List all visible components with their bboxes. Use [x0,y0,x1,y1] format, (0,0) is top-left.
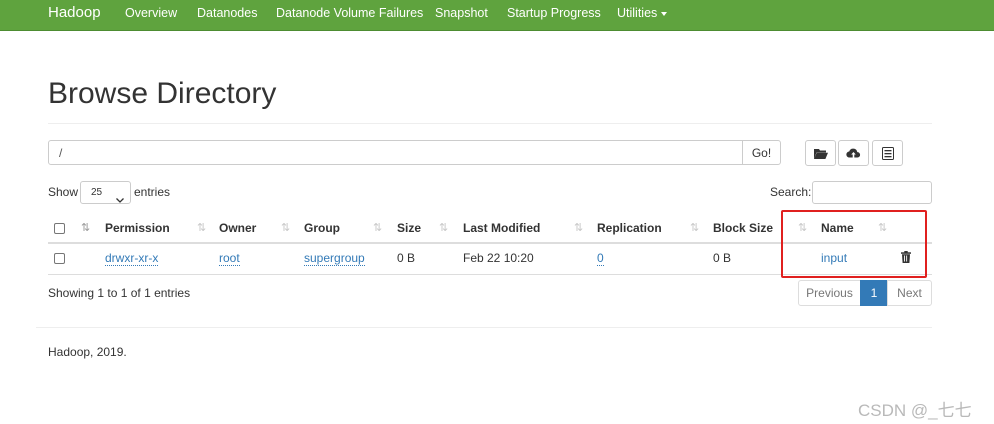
nav-overview[interactable]: Overview [125,6,177,20]
sort-icon[interactable]: ⇅ [281,221,290,234]
row-permission[interactable]: drwxr-xr-x [105,251,159,266]
list-alt-icon [881,146,894,160]
column-header-owner[interactable]: Owner [219,221,256,235]
nav-utilities-dropdown[interactable]: Utilities [617,6,668,20]
row-replication[interactable]: 0 [597,251,604,266]
title-divider [48,123,932,124]
row-size: 0 B [397,251,416,265]
sort-icon[interactable]: ⇅ [439,221,448,234]
nav-startup-progress[interactable]: Startup Progress [507,6,601,20]
go-button[interactable]: Go! [742,140,781,165]
entries-select-value: 25 [91,187,103,198]
top-navbar: Hadoop Overview Datanodes Datanode Volum… [0,0,994,31]
entries-per-page-select[interactable]: 25 [80,181,131,204]
select-all-checkbox[interactable] [54,223,65,234]
row-block-size: 0 B [713,251,732,265]
nav-utilities-label: Utilities [617,6,658,20]
sort-icon[interactable]: ⇅ [574,221,583,234]
caret-down-icon [661,11,668,16]
row-owner[interactable]: root [219,251,240,266]
pagination-info: Showing 1 to 1 of 1 entries [48,286,191,300]
search-label: Search: [770,185,812,199]
nav-snapshot[interactable]: Snapshot [435,6,488,20]
nav-datanode-volume-failures[interactable]: Datanode Volume Failures [276,6,423,20]
cut-paste-button[interactable] [872,140,903,166]
chevron-down-icon [116,190,124,211]
table-search-input[interactable] [812,181,932,204]
column-header-replication[interactable]: Replication [597,221,662,235]
annotation-highlight-box [781,210,927,278]
page-title: Browse Directory [48,77,277,110]
row-select-checkbox[interactable] [54,253,65,264]
folder-open-icon [813,148,828,159]
footer-text: Hadoop, 2019. [48,345,127,359]
csdn-watermark: CSDN @_七七 [858,401,972,420]
footer-divider [36,327,932,328]
column-header-permission[interactable]: Permission [105,221,170,235]
entries-label: entries [134,185,171,199]
next-page-button[interactable]: Next [887,280,932,306]
row-group[interactable]: supergroup [304,251,365,266]
create-directory-button[interactable] [805,140,836,166]
column-header-last-modified[interactable]: Last Modified [463,221,540,235]
cloud-upload-icon [846,148,861,159]
sort-amount-asc-icon[interactable]: ⇅ [81,221,90,234]
sort-icon[interactable]: ⇅ [197,221,206,234]
row-last-modified: Feb 22 10:20 [463,251,534,265]
previous-page-button[interactable]: Previous [798,280,861,306]
page-1-button[interactable]: 1 [860,280,888,306]
upload-files-button[interactable] [838,140,869,166]
column-header-size[interactable]: Size [397,221,421,235]
column-header-block-size[interactable]: Block Size [713,221,773,235]
sort-icon[interactable]: ⇅ [690,221,699,234]
sort-icon[interactable]: ⇅ [373,221,382,234]
nav-datanodes[interactable]: Datanodes [197,6,257,20]
column-header-group[interactable]: Group [304,221,340,235]
show-label: Show [48,185,79,199]
brand-link[interactable]: Hadoop [48,4,101,21]
directory-path-input[interactable] [48,140,743,165]
